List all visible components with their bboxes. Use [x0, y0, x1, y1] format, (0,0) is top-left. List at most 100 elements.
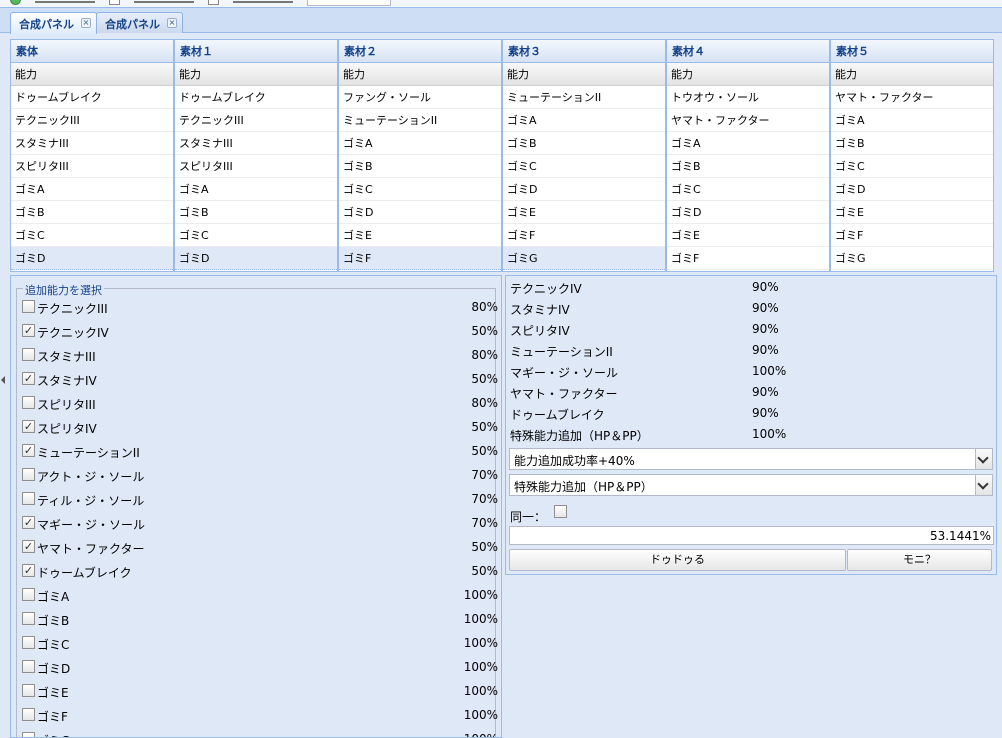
grid-cell[interactable]: ゴミB — [175, 201, 337, 224]
grid-cell-selected[interactable]: ゴミF — [339, 247, 501, 270]
grid-cell[interactable]: ゴミF — [667, 247, 829, 270]
ability-option[interactable]: ✓ マギー・ジ・ソール 70% — [21, 513, 498, 537]
chevron-down-icon[interactable] — [975, 475, 992, 495]
checkbox-checked[interactable]: ✓ — [22, 444, 35, 457]
grid-cell[interactable]: ゴミA — [339, 132, 501, 155]
grid-cell[interactable]: テクニックIII — [175, 109, 337, 132]
grid-cell[interactable]: ゴミA — [175, 178, 337, 201]
grid-cell[interactable]: ゴミA — [667, 132, 829, 155]
checkbox[interactable] — [22, 612, 35, 625]
grid-cell[interactable]: ゴミA — [503, 109, 665, 132]
ability-option[interactable]: ✓ ドゥームブレイク 50% — [21, 561, 498, 585]
toolbar-select[interactable] — [307, 0, 391, 6]
checkbox[interactable] — [22, 396, 35, 409]
add-icon[interactable] — [10, 0, 21, 5]
ability-option[interactable]: スピリタIII 80% — [21, 393, 498, 417]
grid-cell[interactable]: ヤマト・ファクター — [831, 86, 993, 109]
column-subheader[interactable]: 能力 — [667, 63, 829, 86]
grid-cell[interactable]: テクニックIII — [11, 109, 173, 132]
checkbox[interactable] — [22, 300, 35, 313]
grid-cell[interactable]: ファング・ソール — [339, 86, 501, 109]
column-header[interactable]: 素材３ — [503, 40, 665, 63]
grid-cell[interactable]: ゴミC — [667, 178, 829, 201]
ability-option[interactable]: ゴミG 100% — [21, 729, 498, 737]
checkbox[interactable] — [22, 468, 35, 481]
column-subheader[interactable]: 能力 — [11, 63, 173, 86]
column-header[interactable]: 素材４ — [667, 40, 829, 63]
grid-cell[interactable]: ゴミE — [831, 201, 993, 224]
chevron-down-icon[interactable] — [975, 449, 992, 469]
grid-cell[interactable]: ドゥームブレイク — [11, 86, 173, 109]
same-checkbox[interactable] — [554, 505, 567, 518]
tab-synthesis-panel-2[interactable]: 合成パネル × — [96, 12, 183, 33]
checkbox-checked[interactable]: ✓ — [22, 516, 35, 529]
ability-option[interactable]: テクニックIII 80% — [21, 297, 498, 321]
ability-option[interactable]: アクト・ジ・ソール 70% — [21, 465, 498, 489]
checkbox[interactable] — [22, 660, 35, 673]
close-icon[interactable]: × — [81, 18, 91, 28]
ability-option[interactable]: ✓ スタミナIV 50% — [21, 369, 498, 393]
ability-option[interactable]: ✓ ヤマト・ファクター 50% — [21, 537, 498, 561]
grid-cell[interactable]: ゴミB — [11, 201, 173, 224]
grid-cell[interactable]: ゴミA — [831, 109, 993, 132]
checkbox[interactable] — [22, 684, 35, 697]
grid-cell[interactable]: ゴミD — [667, 201, 829, 224]
grid-cell[interactable]: スタミナIII — [175, 132, 337, 155]
checkbox[interactable] — [22, 636, 35, 649]
grid-cell[interactable]: ゴミG — [831, 247, 993, 270]
synthesize-button[interactable]: ドゥドゥる — [509, 549, 846, 571]
bonus-combo[interactable]: 能力追加成功率+40% — [509, 448, 993, 470]
grid-cell[interactable]: ゴミC — [831, 155, 993, 178]
special-ability-combo[interactable]: 特殊能力追加（HP＆PP） — [509, 474, 993, 496]
grid-cell[interactable]: ゴミD — [339, 201, 501, 224]
column-subheader[interactable]: 能力 — [503, 63, 665, 86]
grid-cell[interactable]: ミューテーションII — [339, 109, 501, 132]
ability-option[interactable]: スタミナIII 80% — [21, 345, 498, 369]
ability-option[interactable]: ゴミA 100% — [21, 585, 498, 609]
grid-cell[interactable]: ゴミB — [667, 155, 829, 178]
ability-option[interactable]: ティル・ジ・ソール 70% — [21, 489, 498, 513]
checkbox-checked[interactable]: ✓ — [22, 540, 35, 553]
grid-cell[interactable]: ゴミB — [339, 155, 501, 178]
checkbox-checked[interactable]: ✓ — [22, 564, 35, 577]
grid-cell[interactable]: ゴミC — [503, 155, 665, 178]
grid-cell[interactable]: ゴミF — [831, 224, 993, 247]
grid-cell[interactable]: ミューテーションII — [503, 86, 665, 109]
grid-cell[interactable]: スピリタIII — [175, 155, 337, 178]
column-header[interactable]: 素材５ — [831, 40, 993, 63]
toolbar-checkbox-1[interactable] — [109, 0, 120, 5]
column-subheader[interactable]: 能力 — [175, 63, 337, 86]
checkbox-checked[interactable]: ✓ — [22, 420, 35, 433]
grid-cell[interactable]: ゴミB — [831, 132, 993, 155]
ability-option[interactable]: ゴミE 100% — [21, 681, 498, 705]
grid-cell[interactable]: トウオウ・ソール — [667, 86, 829, 109]
toolbar-checkbox-2[interactable] — [208, 0, 219, 5]
ability-option[interactable]: ゴミD 100% — [21, 657, 498, 681]
ability-option[interactable]: ゴミC 100% — [21, 633, 498, 657]
grid-cell[interactable]: スピリタIII — [11, 155, 173, 178]
grid-cell[interactable]: ゴミB — [503, 132, 665, 155]
grid-cell[interactable]: ヤマト・ファクター — [667, 109, 829, 132]
close-icon[interactable]: × — [167, 18, 177, 28]
grid-cell[interactable]: ゴミD — [503, 178, 665, 201]
collapse-arrow-icon[interactable] — [1, 376, 5, 384]
ability-option[interactable]: ゴミF 100% — [21, 705, 498, 729]
checkbox[interactable] — [22, 492, 35, 505]
grid-cell-selected[interactable]: ゴミD — [175, 247, 337, 270]
monitor-button[interactable]: モニ？ — [847, 549, 992, 571]
column-header[interactable]: 素材２ — [339, 40, 501, 63]
column-header[interactable]: 素体 — [11, 40, 173, 63]
grid-cell[interactable]: ゴミE — [339, 224, 501, 247]
ability-option[interactable]: ✓ テクニックIV 50% — [21, 321, 498, 345]
grid-cell[interactable]: ドゥームブレイク — [175, 86, 337, 109]
column-subheader[interactable]: 能力 — [339, 63, 501, 86]
checkbox[interactable] — [22, 348, 35, 361]
column-header[interactable]: 素材１ — [175, 40, 337, 63]
grid-cell[interactable]: ゴミF — [503, 224, 665, 247]
tab-synthesis-panel-1[interactable]: 合成パネル × — [10, 12, 97, 34]
checkbox[interactable] — [22, 732, 35, 737]
ability-option[interactable]: ✓ スピリタIV 50% — [21, 417, 498, 441]
grid-cell-selected[interactable]: ゴミG — [503, 247, 665, 270]
checkbox-checked[interactable]: ✓ — [22, 324, 35, 337]
checkbox-checked[interactable]: ✓ — [22, 372, 35, 385]
